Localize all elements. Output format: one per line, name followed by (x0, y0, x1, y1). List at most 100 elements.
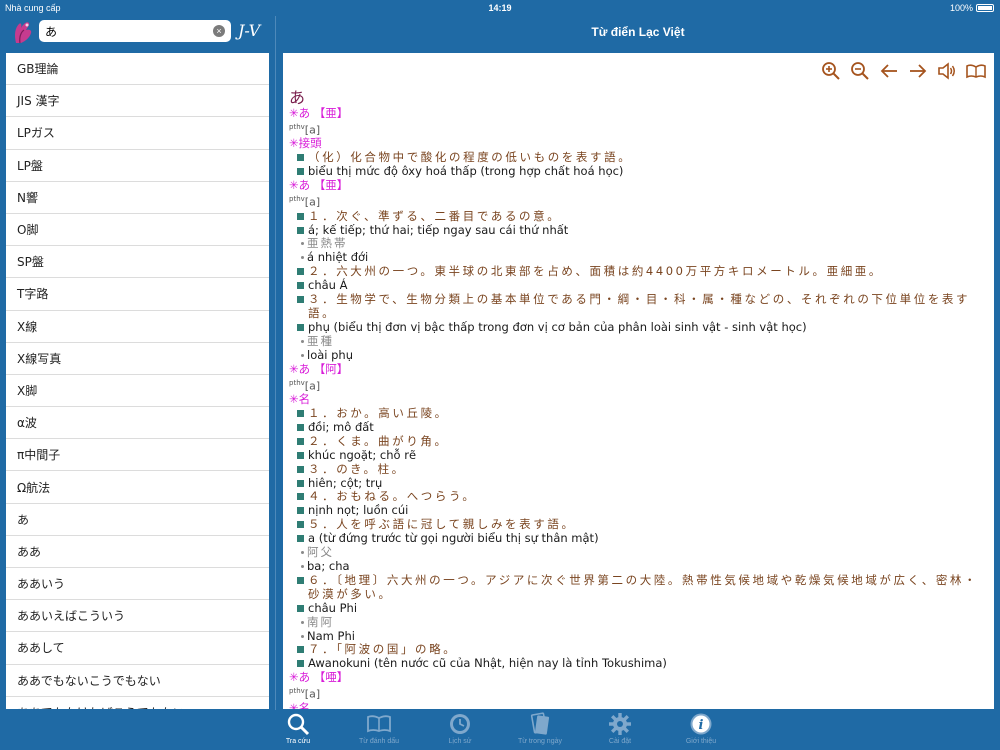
pronunciation: pthv[a] (289, 193, 987, 210)
entry-header: ✳あ 【亜】 (289, 106, 987, 121)
bullet-icon (297, 507, 304, 515)
bullet-icon (297, 423, 304, 431)
list-item[interactable]: ああ (6, 536, 269, 568)
headword: あ (289, 88, 306, 107)
daily-word-icon (528, 712, 552, 736)
tab-history[interactable]: Lịch sử (425, 712, 495, 745)
list-item[interactable]: X脚 (6, 375, 269, 408)
search-input[interactable] (39, 20, 204, 42)
meaning-vn: á; kế tiếp; thứ hai; tiếp ngay sau cái t… (289, 223, 987, 238)
entry-header: ✳あ 【阿】 (289, 362, 987, 377)
arrow-right-icon[interactable] (908, 61, 928, 81)
list-item[interactable]: JIS 漢字 (6, 85, 269, 118)
tab-label: Từ trong ngày (518, 738, 562, 745)
meaning-text: Awanokuni (tên nước cũ của Nhật, hiện na… (308, 656, 667, 671)
bullet-icon (297, 437, 304, 445)
tab-word-of-day[interactable]: Từ trong ngày (505, 712, 575, 745)
list-item[interactable]: ああでもなければこうでもない (6, 697, 269, 709)
gear-icon (608, 712, 632, 736)
list-item[interactable]: LP盤 (6, 150, 269, 182)
definition-jp: ２．くま。曲がり角。 (289, 434, 987, 449)
example-jp: 亜種 (289, 333, 987, 349)
tab-label: Lịch sử (448, 738, 472, 745)
definition-jp: （化）化合物中で酸化の程度の低いものを表す語。 (289, 150, 987, 165)
definition-jp: １．おか。高い丘陵。 (289, 406, 987, 421)
list-item[interactable]: O脚 (6, 214, 269, 247)
definition-toolbar (821, 61, 986, 81)
history-icon (448, 712, 472, 736)
word-list[interactable]: GB理論 JIS 漢字 LPガス LP盤 N響 O脚 SP盤 T字路 X線 X線写真 X脚 α波 π中間… (6, 53, 269, 709)
search-box: × (39, 20, 231, 42)
tab-label: Từ đánh dấu (358, 738, 400, 745)
meaning-vn: biểu thị mức độ ôxy hoá thấp (trong hợp … (289, 164, 987, 179)
list-item[interactable]: N響 (6, 182, 269, 214)
bullet-icon (297, 451, 304, 459)
list-item[interactable]: Ω航法 (6, 471, 269, 504)
tab-settings[interactable]: Cài đặt (585, 712, 655, 745)
tab-about[interactable]: i Giới thiệu (666, 712, 736, 745)
entry-header: ✳接頭 (289, 137, 987, 151)
bullet-icon (297, 604, 304, 612)
example-text: 亜熱帯 (307, 236, 348, 251)
meaning-vn: đồi; mô đất (289, 420, 987, 435)
pronunciation-text: [a] (304, 379, 321, 393)
meaning-text: khúc ngoặt; chỗ rẽ (308, 447, 417, 462)
example-vn: á nhiệt đới (289, 250, 987, 265)
list-item[interactable]: GB理論 (6, 53, 269, 86)
pronunciation: pthv[a] (289, 377, 987, 394)
speaker-icon[interactable] (937, 61, 957, 81)
definition-text: ３．生物学で、生物分類上の基本単位である門・綱・目・科・属・種などの、それぞれの… (308, 292, 971, 320)
example-vn: Nam Phi (289, 629, 987, 644)
meaning-vn: Awanokuni (tên nước cũ của Nhật, hiện na… (289, 656, 987, 671)
example-text: á nhiệt đới (307, 250, 369, 265)
entry-header: ✳あ 【唖】 (289, 670, 987, 685)
definition-text: （化）化合物中で酸化の程度の低いものを表す語。 (308, 150, 633, 165)
clear-search-icon[interactable]: × (213, 25, 225, 37)
definition-jp: ７．「阿波の国」の略。 (289, 642, 987, 657)
list-item[interactable]: X線 (6, 311, 269, 343)
definition-text: １．おか。高い丘陵。 (308, 406, 449, 420)
entry-header-text: ✳名 (289, 700, 311, 709)
bullet-icon (297, 154, 304, 162)
language-direction-toggle[interactable]: J-V (238, 21, 260, 40)
zoom-out-icon[interactable] (850, 61, 870, 81)
example-text: 南阿 (307, 614, 334, 629)
dot-icon (301, 551, 304, 555)
tab-bookmarks[interactable]: Từ đánh dấu (344, 712, 414, 745)
list-item[interactable]: X線写真 (6, 343, 269, 375)
list-item[interactable]: SP盤 (6, 246, 269, 279)
definition-jp: ６．〔地理〕六大州の一つ。アジアに次ぐ世界第二の大陸。熱帯性気候地域や乾燥気候地… (289, 573, 987, 602)
list-item[interactable]: ああして (6, 632, 269, 665)
example-vn: ba; cha (289, 559, 987, 574)
bullet-icon (297, 168, 304, 176)
dot-icon (301, 242, 304, 246)
clock: 14:19 (488, 3, 512, 13)
pronunciation-text: [a] (304, 123, 321, 137)
book-icon[interactable] (966, 61, 986, 81)
example-text: 阿父 (307, 545, 334, 560)
entry-header: ✳あ 【亜】 (289, 178, 987, 193)
entry-header-text: ✳あ 【亜】 (289, 178, 349, 193)
pronunciation: pthv[a] (289, 685, 987, 702)
bullet-icon (297, 296, 304, 304)
meaning-text: nịnh nọt; luồn cúi (308, 503, 409, 518)
list-item[interactable]: T字路 (6, 278, 269, 311)
definition-panel[interactable]: あ ✳あ 【亜】 pthv[a] ✳接頭 （化）化合物中で酸化の程度の低いものを表す語… (283, 53, 994, 709)
list-item[interactable]: あ (6, 504, 269, 536)
example-text: 亜種 (307, 333, 334, 348)
app-logo-icon (12, 19, 34, 45)
zoom-in-icon[interactable] (821, 61, 841, 81)
bullet-icon (297, 660, 304, 668)
entry-header-text: ✳あ 【亜】 (289, 106, 349, 120)
list-item[interactable]: ああいえばこういう (6, 600, 269, 633)
list-item[interactable]: π中間子 (6, 439, 269, 472)
list-item[interactable]: α波 (6, 407, 269, 440)
tab-lookup[interactable]: Tra cứu (263, 712, 333, 745)
dot-icon (301, 353, 304, 357)
list-item[interactable]: ああでもないこうでもない (6, 665, 269, 697)
list-item[interactable]: ああいう (6, 568, 269, 601)
arrow-left-icon[interactable] (879, 61, 899, 81)
list-item[interactable]: LPガス (6, 117, 269, 150)
definition-jp: ３．のき。柱。 (289, 462, 987, 477)
bullet-icon (297, 576, 304, 584)
